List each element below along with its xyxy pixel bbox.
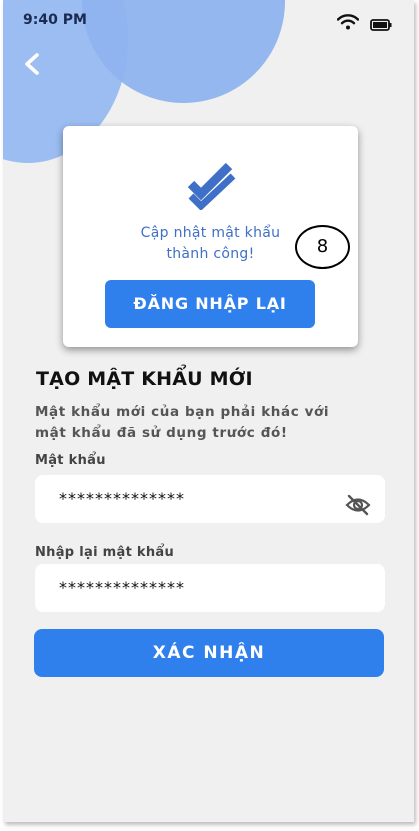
page-title: TẠO MẬT KHẨU MỚI — [36, 368, 253, 390]
confirm-password-value: ************** — [59, 578, 185, 597]
annotation-number-badge: 8 — [295, 225, 350, 269]
battery-icon — [370, 16, 392, 35]
password-value: ************** — [59, 489, 185, 508]
login-again-button[interactable]: ĐĂNG NHẬP LẠI — [105, 280, 315, 328]
phone-screen: 9:40 PM Cập nhật mật khẩu thành công! ĐĂ… — [3, 0, 414, 822]
chevron-left-icon — [25, 53, 39, 75]
double-check-icon — [185, 160, 239, 214]
page-subtitle: Mật khẩu mới của bạn phải khác với mật k… — [35, 402, 375, 444]
confirm-button[interactable]: XÁC NHẬN — [34, 629, 384, 677]
subtitle-line1: Mật khẩu mới của bạn phải khác với — [35, 404, 330, 420]
confirm-password-label: Nhập lại mật khẩu — [35, 545, 175, 560]
success-message-line2: thành công! — [166, 246, 255, 262]
confirm-password-field[interactable]: ************** — [35, 564, 385, 612]
status-bar: 9:40 PM — [3, 12, 414, 32]
password-field[interactable]: ************** — [35, 475, 385, 523]
success-message-line1: Cập nhật mật khẩu — [140, 225, 281, 241]
subtitle-line2: mật khẩu đã sử dụng trước đó! — [35, 425, 288, 441]
success-message: Cập nhật mật khẩu thành công! — [93, 223, 328, 265]
wifi-icon — [336, 14, 360, 34]
back-button[interactable] — [21, 52, 43, 76]
status-time: 9:40 PM — [23, 12, 87, 28]
password-label: Mật khẩu — [35, 453, 106, 468]
eye-off-icon[interactable] — [345, 487, 371, 535]
